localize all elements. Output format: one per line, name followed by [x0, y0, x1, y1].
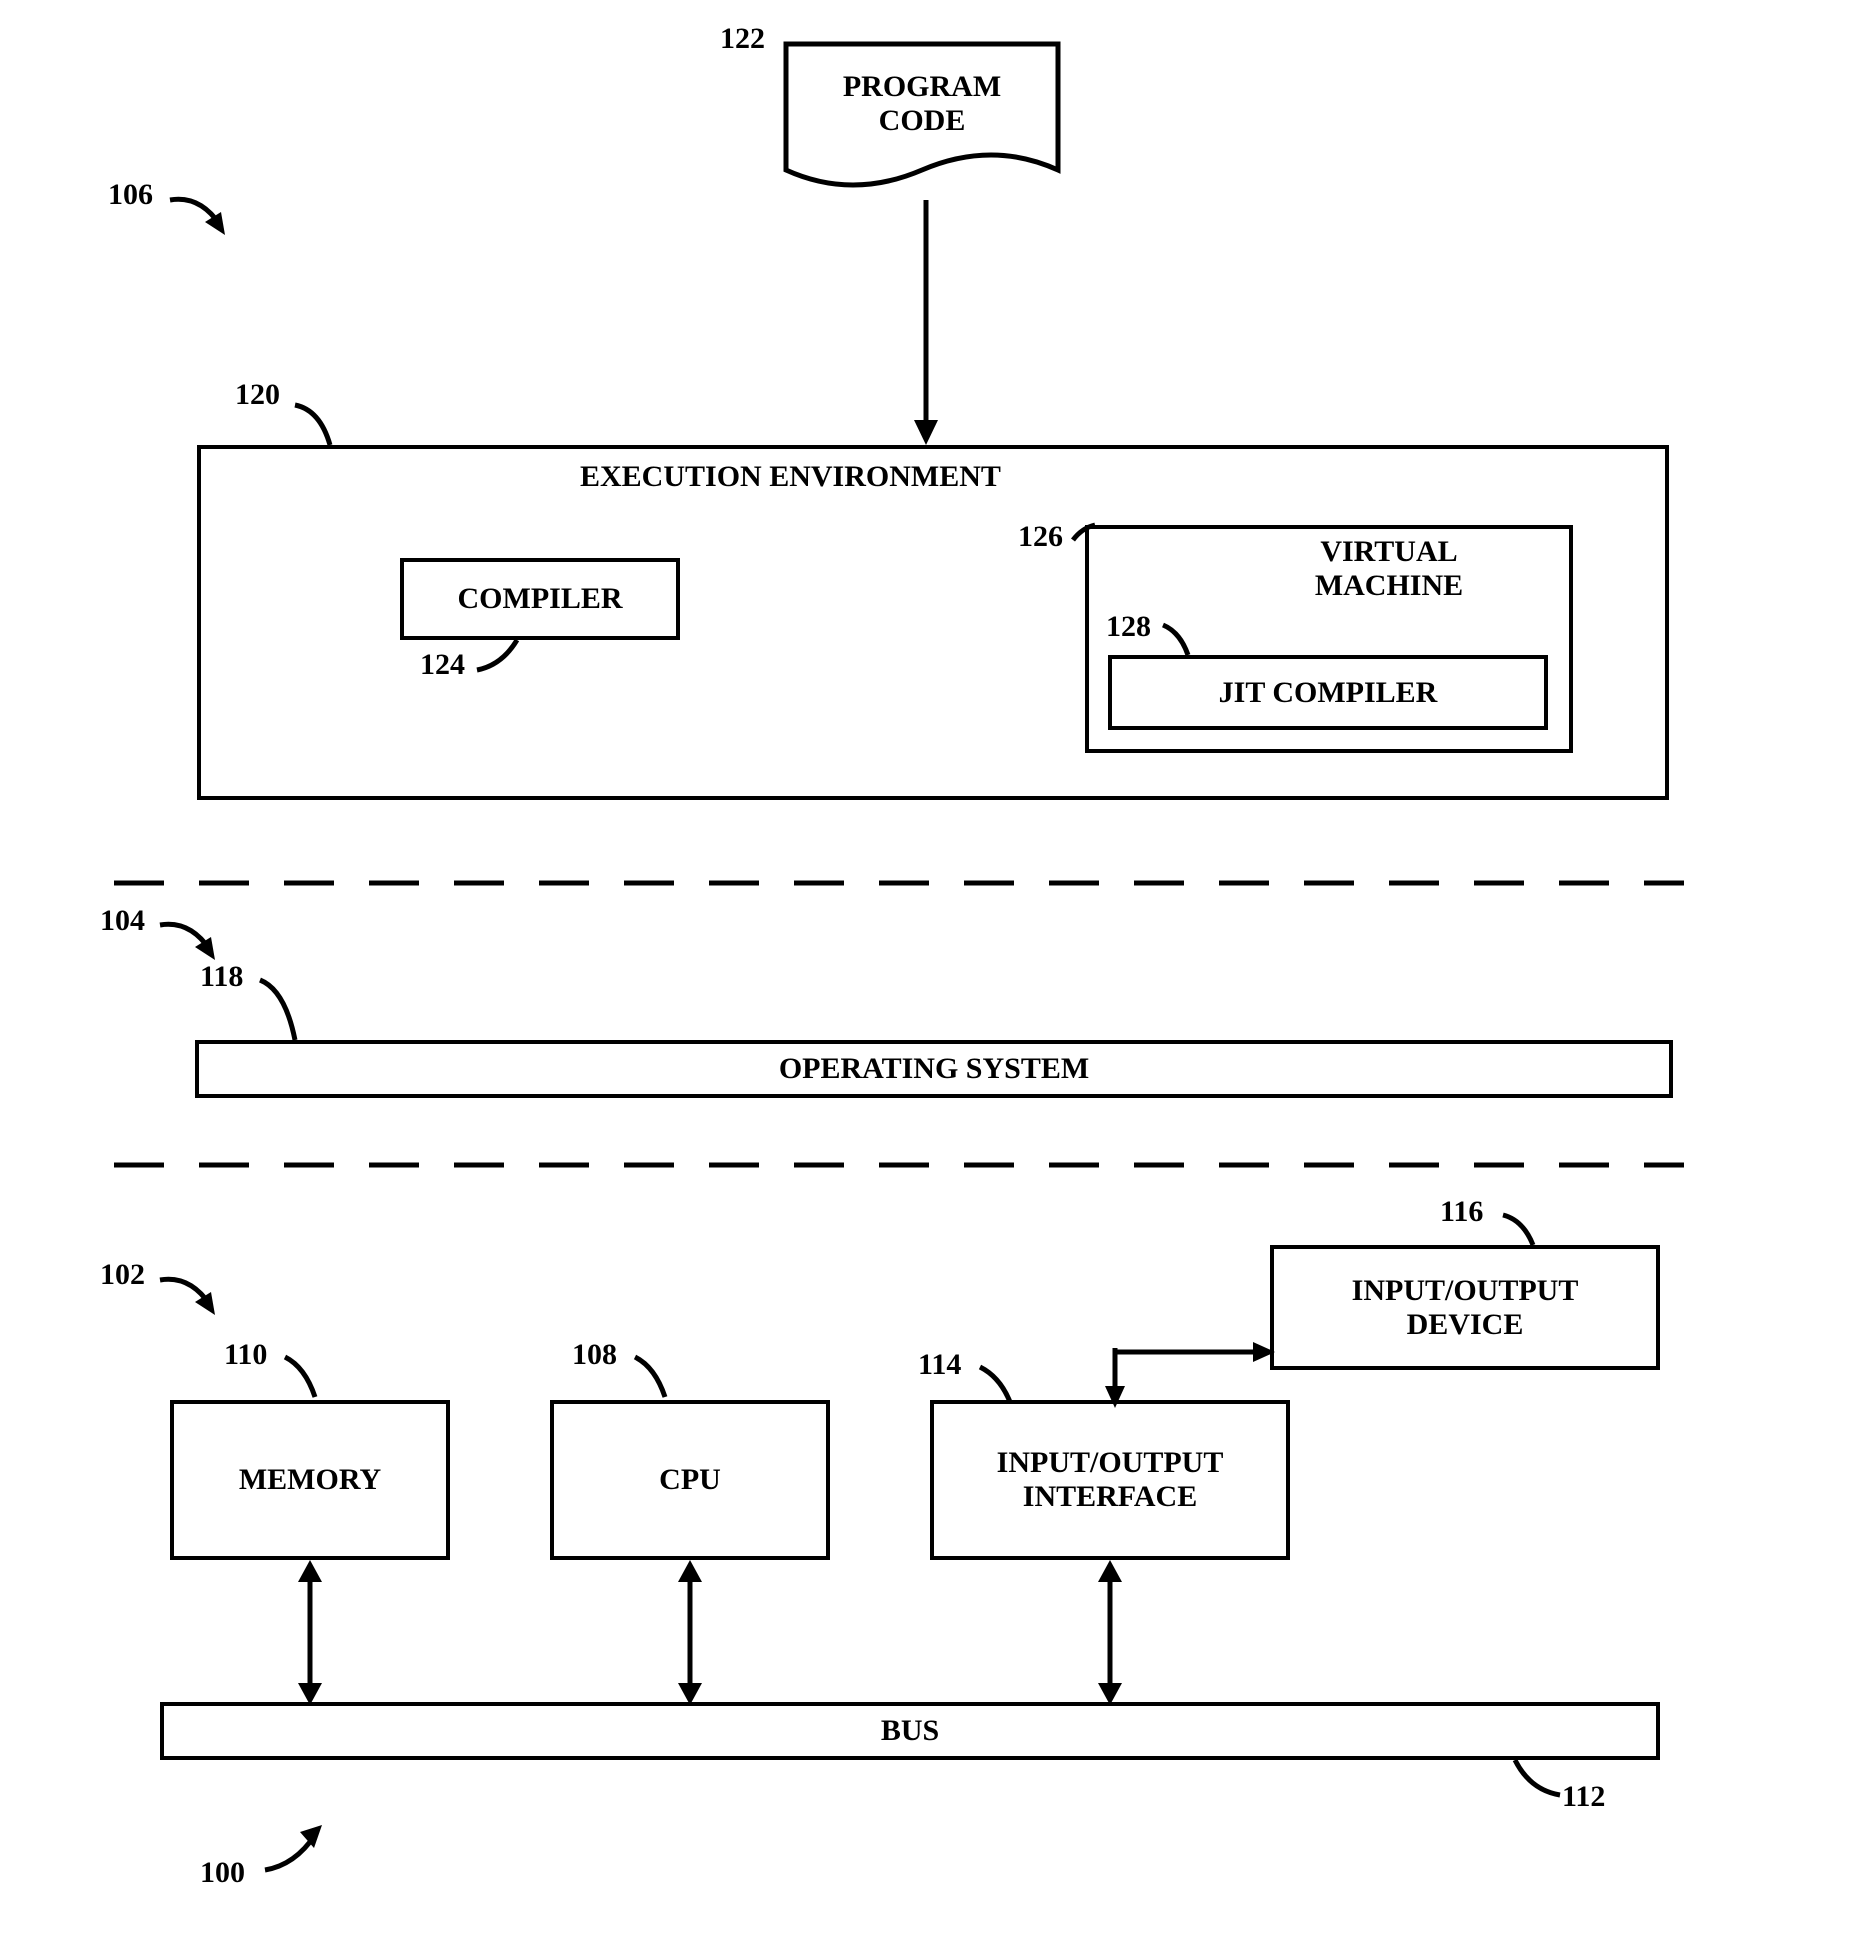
ref-126-leader: [1070, 520, 1100, 545]
jit-compiler-label: JIT COMPILER: [1219, 676, 1438, 710]
io-device-label: INPUT/OUTPUT DEVICE: [1352, 1274, 1579, 1342]
ref-112-leader: [1510, 1760, 1570, 1810]
ref-128: 128: [1106, 610, 1151, 644]
ref-106: 106: [108, 178, 153, 212]
ref-102-arrow: [155, 1270, 235, 1330]
ref-116: 116: [1440, 1195, 1483, 1229]
ref-114: 114: [918, 1348, 961, 1382]
arrow-cpu-bus: [670, 1560, 710, 1705]
ref-102: 102: [100, 1258, 145, 1292]
virtual-machine-label: VIRTUAL MACHINE: [1195, 535, 1463, 603]
ref-128-leader: [1158, 620, 1198, 660]
ref-118-leader: [255, 975, 315, 1043]
memory-box: MEMORY: [170, 1400, 450, 1560]
ref-108: 108: [572, 1338, 617, 1372]
ref-100: 100: [200, 1856, 245, 1890]
ref-116-leader: [1498, 1210, 1548, 1250]
dashed-line-2: [114, 1160, 1684, 1170]
ref-110: 110: [224, 1338, 267, 1372]
arrow-io-device-iface: [1095, 1330, 1275, 1415]
diagram-canvas: PROGRAM CODE 122 106 120 EXECUTION ENVIR…: [0, 0, 1857, 1948]
io-device-box: INPUT/OUTPUT DEVICE: [1270, 1245, 1660, 1370]
ref-124-leader: [472, 640, 522, 680]
execution-environment-label: EXECUTION ENVIRONMENT: [580, 460, 1001, 494]
cpu-box: CPU: [550, 1400, 830, 1560]
memory-label: MEMORY: [239, 1463, 381, 1497]
ref-120: 120: [235, 378, 280, 412]
jit-compiler-box: JIT COMPILER: [1108, 655, 1548, 730]
ref-126: 126: [1018, 520, 1063, 554]
arrow-memory-bus: [290, 1560, 330, 1705]
os-box: OPERATING SYSTEM: [195, 1040, 1673, 1098]
os-label: OPERATING SYSTEM: [779, 1052, 1089, 1086]
ref-122: 122: [720, 22, 765, 56]
arrow-program-to-exec: [906, 200, 946, 450]
ref-124: 124: [420, 648, 465, 682]
cpu-label: CPU: [659, 1463, 721, 1497]
dashed-line-1: [114, 878, 1684, 888]
compiler-label: COMPILER: [458, 582, 623, 616]
ref-118: 118: [200, 960, 243, 994]
io-interface-box: INPUT/OUTPUT INTERFACE: [930, 1400, 1290, 1560]
program-code-label: PROGRAM CODE: [812, 70, 1032, 138]
ref-108-leader: [630, 1352, 680, 1402]
ref-110-leader: [280, 1352, 330, 1402]
arrow-io-bus: [1090, 1560, 1130, 1705]
compiler-box: COMPILER: [400, 558, 680, 640]
bus-box: BUS: [160, 1702, 1660, 1760]
ref-100-arrow: [260, 1820, 340, 1880]
ref-104: 104: [100, 904, 145, 938]
bus-label: BUS: [881, 1714, 939, 1748]
io-interface-label: INPUT/OUTPUT INTERFACE: [997, 1446, 1224, 1514]
ref-120-leader: [290, 400, 350, 450]
ref-106-arrow: [165, 190, 245, 250]
